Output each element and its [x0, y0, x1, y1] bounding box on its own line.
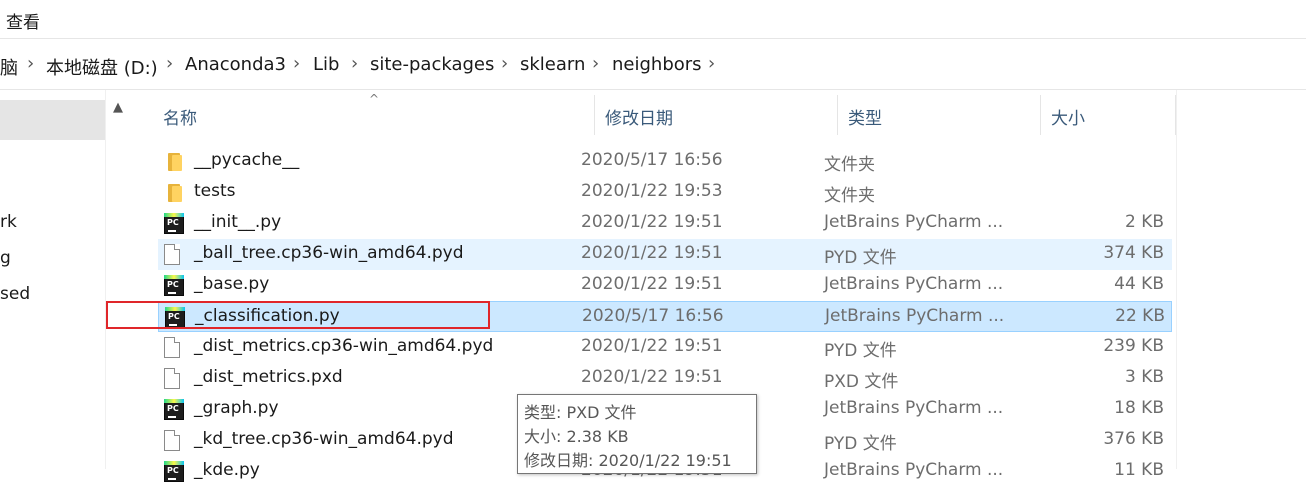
file-type: PXD 文件	[824, 372, 899, 392]
ribbon-tab-view[interactable]: 查看	[6, 8, 40, 33]
file-icon	[164, 337, 180, 358]
file-type: JetBrains PyCharm ...	[824, 460, 1004, 480]
column-header-size[interactable]: 大小	[1051, 104, 1085, 129]
file-size: 44 KB	[1114, 274, 1164, 294]
file-name: _kde.py	[194, 460, 260, 480]
file-size: 374 KB	[1103, 243, 1164, 263]
nav-selected-item[interactable]	[0, 100, 105, 140]
breadcrumb-separator-icon[interactable]: ›	[351, 53, 358, 74]
file-name: _dist_metrics.pxd	[194, 367, 343, 387]
file-type: JetBrains PyCharm ...	[824, 274, 1004, 294]
file-date: 2020/1/22 19:51	[581, 336, 723, 356]
breadcrumb-separator-icon[interactable]: ›	[708, 53, 715, 74]
nav-item[interactable]: rk	[0, 212, 17, 232]
file-name: _classification.py	[195, 306, 340, 326]
file-row[interactable]: PC _classification.py 2020/5/17 16:56 JetBr…	[158, 301, 1172, 332]
file-type: PYD 文件	[824, 341, 897, 361]
ribbon: 查看	[0, 0, 1306, 39]
file-date: 2020/1/22 19:51	[581, 367, 723, 387]
file-name: _ball_tree.cp36-win_amd64.pyd	[194, 243, 464, 263]
file-tooltip: 类型: PXD 文件 大小: 2.38 KB 修改日期: 2020/1/22 1…	[517, 394, 757, 474]
file-type: 文件夹	[824, 186, 875, 206]
file-name: __init__.py	[194, 212, 282, 232]
file-name: _dist_metrics.cp36-win_amd64.pyd	[194, 336, 494, 356]
nav-scrollbar[interactable]: ▲	[105, 90, 135, 469]
file-size: 2 KB	[1124, 212, 1164, 232]
file-row[interactable]: _dist_metrics.cp36-win_amd64.pyd 2020/1/2…	[158, 332, 1172, 363]
breadcrumb-separator-icon[interactable]: ›	[27, 53, 34, 74]
address-bar[interactable]: 脑 › 本地磁盘 (D:) › Anaconda3 › Lib › site-p…	[0, 39, 1306, 90]
breadcrumb-this-pc[interactable]: 脑	[0, 54, 18, 80]
file-date: 2020/5/17 16:56	[582, 306, 724, 326]
file-date: 2020/1/22 19:53	[581, 181, 723, 201]
tooltip-type: 类型: PXD 文件	[524, 403, 637, 422]
pycharm-icon: PC	[165, 307, 185, 328]
file-size: 239 KB	[1103, 336, 1164, 356]
file-size: 18 KB	[1114, 398, 1164, 418]
column-divider[interactable]	[837, 95, 838, 135]
tooltip-size: 大小: 2.38 KB	[524, 427, 629, 446]
pycharm-icon: PC	[164, 461, 184, 482]
file-type: JetBrains PyCharm ...	[824, 212, 1004, 232]
file-row[interactable]: PC __init__.py 2020/1/22 19:51 JetBrains Py…	[158, 208, 1172, 239]
nav-item[interactable]: g	[0, 248, 11, 268]
column-header-name[interactable]: 名称	[163, 104, 197, 129]
file-row[interactable]: tests 2020/1/22 19:53 文件夹	[158, 177, 1172, 208]
breadcrumb-sklearn[interactable]: sklearn	[520, 54, 585, 75]
column-divider[interactable]	[1040, 95, 1041, 135]
file-type: PYD 文件	[824, 434, 897, 454]
pycharm-icon: PC	[164, 213, 184, 234]
file-date: 2020/1/22 19:51	[581, 243, 723, 263]
breadcrumb-anaconda3[interactable]: Anaconda3	[185, 54, 286, 75]
breadcrumb-separator-icon[interactable]: ›	[592, 53, 599, 74]
file-date: 2020/5/17 16:56	[581, 150, 723, 170]
breadcrumb-separator-icon[interactable]: ›	[166, 53, 173, 74]
file-size: 22 KB	[1115, 306, 1165, 326]
file-icon	[164, 244, 180, 265]
tooltip-date: 修改日期: 2020/1/22 19:51	[524, 451, 732, 470]
file-name: tests	[194, 181, 236, 201]
file-name: _base.py	[194, 274, 270, 294]
folder-icon	[164, 182, 184, 203]
folder-icon	[164, 151, 184, 172]
breadcrumb-separator-icon[interactable]: ›	[293, 53, 300, 74]
file-row[interactable]: _ball_tree.cp36-win_amd64.pyd 2020/1/22 1…	[158, 239, 1172, 270]
breadcrumb-lib[interactable]: Lib	[313, 54, 339, 75]
file-icon	[164, 368, 180, 389]
file-row[interactable]: _dist_metrics.pxd 2020/1/22 19:51 PXD 文件 3 …	[158, 363, 1172, 394]
nav-item[interactable]: sed	[0, 284, 30, 304]
file-type: PYD 文件	[824, 248, 897, 268]
file-row[interactable]: PC _base.py 2020/1/22 19:51 JetBrains PyCha…	[158, 270, 1172, 301]
file-size: 376 KB	[1103, 429, 1164, 449]
breadcrumb-drive[interactable]: 本地磁盘 (D:)	[46, 54, 158, 80]
file-icon	[164, 430, 180, 451]
breadcrumb-neighbors[interactable]: neighbors	[612, 54, 702, 75]
pycharm-icon: PC	[164, 399, 184, 420]
file-date: 2020/1/22 19:51	[581, 274, 723, 294]
file-name: _kd_tree.cp36-win_amd64.pyd	[194, 429, 454, 449]
file-date: 2020/1/22 19:51	[581, 212, 723, 232]
column-divider[interactable]	[594, 95, 595, 135]
file-type: JetBrains PyCharm ...	[825, 306, 1005, 326]
list-right-edge	[1176, 90, 1177, 469]
file-name: __pycache__	[194, 150, 300, 170]
column-header-date[interactable]: 修改日期	[605, 104, 673, 129]
file-name: _graph.py	[194, 398, 279, 418]
file-row[interactable]: __pycache__ 2020/5/17 16:56 文件夹	[158, 146, 1172, 177]
scroll-up-arrow-icon[interactable]: ▲	[113, 100, 123, 115]
breadcrumb-site-packages[interactable]: site-packages	[370, 54, 494, 75]
file-type: JetBrains PyCharm ...	[824, 398, 1004, 418]
sort-ascending-icon: ^	[369, 92, 380, 106]
file-size: 11 KB	[1114, 460, 1164, 480]
file-size: 3 KB	[1124, 367, 1164, 387]
pycharm-icon: PC	[164, 275, 184, 296]
file-type: 文件夹	[824, 155, 875, 175]
column-header-type[interactable]: 类型	[848, 104, 882, 129]
breadcrumb-separator-icon[interactable]: ›	[501, 53, 508, 74]
navigation-pane[interactable]: rk g sed ▲	[0, 90, 135, 469]
